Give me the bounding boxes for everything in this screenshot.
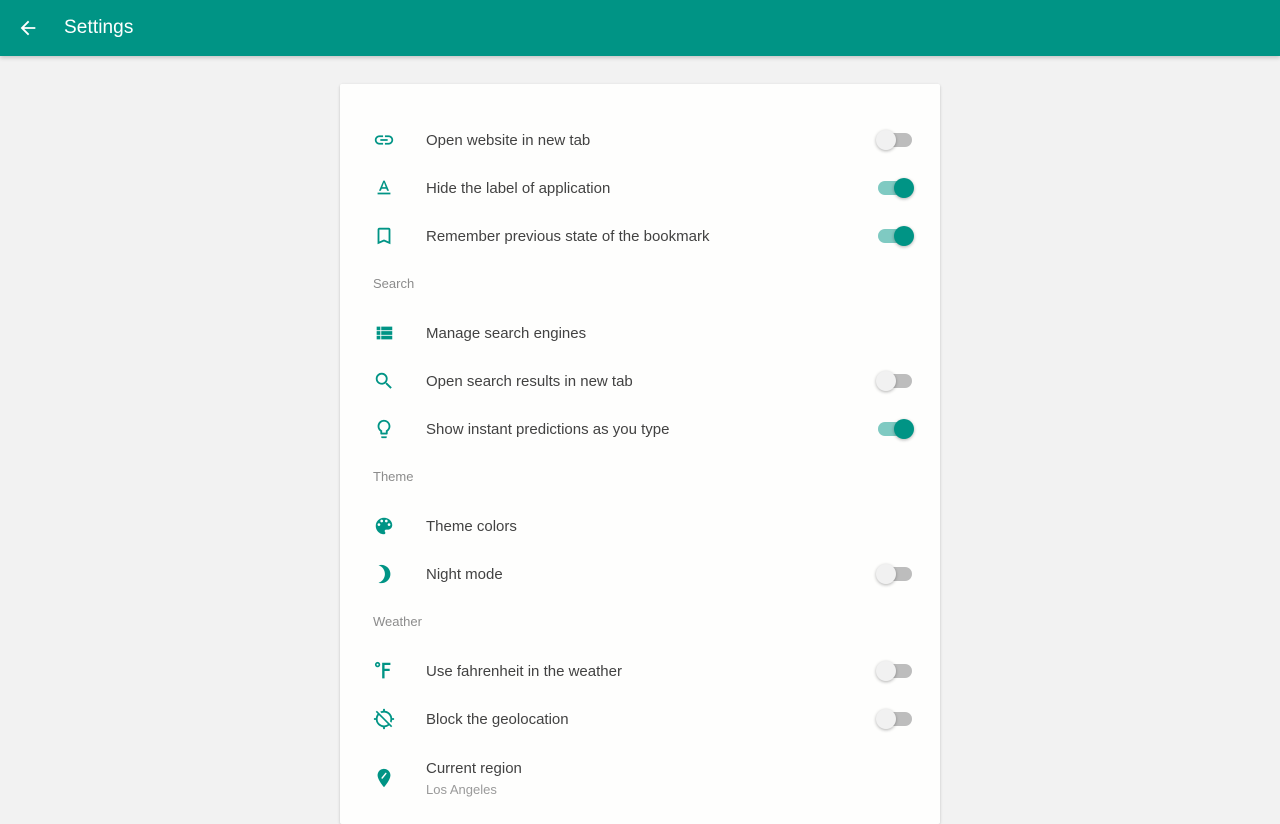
toggle-switch[interactable] bbox=[876, 419, 914, 439]
list-icon bbox=[372, 321, 396, 345]
back-button[interactable] bbox=[0, 0, 56, 56]
setting-theme-colors[interactable]: Theme colors bbox=[340, 502, 940, 550]
location-off-icon bbox=[372, 707, 396, 731]
setting-label: Hide the label of application bbox=[426, 179, 611, 197]
search-icon bbox=[372, 369, 396, 393]
setting-label: Use fahrenheit in the weather bbox=[426, 662, 622, 680]
moon-icon bbox=[372, 562, 396, 586]
toggle-switch[interactable] bbox=[876, 130, 912, 150]
setting-remember-bookmark-state[interactable]: Remember previous state of the bookmark bbox=[340, 212, 940, 260]
current-region-value: Los Angeles bbox=[426, 782, 497, 797]
setting-label: Open website in new tab bbox=[426, 131, 591, 149]
toggle-switch[interactable] bbox=[876, 564, 912, 584]
setting-label: Manage search engines bbox=[426, 324, 587, 342]
setting-night-mode[interactable]: Night mode bbox=[340, 550, 940, 598]
setting-label: Show instant predictions as you type bbox=[426, 420, 670, 438]
section-header-search: Search bbox=[373, 276, 415, 291]
setting-manage-search-engines[interactable]: Manage search engines bbox=[340, 309, 940, 357]
place-icon bbox=[372, 766, 396, 790]
setting-label: Night mode bbox=[426, 565, 503, 583]
setting-block-geolocation[interactable]: Block the geolocation bbox=[340, 695, 940, 743]
app-bar: Settings bbox=[0, 0, 1280, 56]
page-title: Settings bbox=[64, 17, 134, 38]
setting-label: Current region bbox=[426, 760, 522, 777]
toggle-switch[interactable] bbox=[876, 226, 914, 246]
link-icon bbox=[372, 128, 396, 152]
setting-current-region[interactable]: Current region Los Angeles bbox=[340, 754, 940, 802]
lightbulb-icon bbox=[372, 417, 396, 441]
toggle-switch[interactable] bbox=[876, 178, 914, 198]
bookmark-icon bbox=[372, 224, 396, 248]
setting-use-fahrenheit[interactable]: Use fahrenheit in the weather bbox=[340, 647, 940, 695]
settings-card: Open website in new tab Hide the label o… bbox=[340, 84, 940, 824]
setting-label: Theme colors bbox=[426, 517, 517, 535]
setting-search-results-new-tab[interactable]: Open search results in new tab bbox=[340, 357, 940, 405]
setting-label: Block the geolocation bbox=[426, 710, 569, 728]
palette-icon bbox=[372, 514, 396, 538]
setting-open-website-new-tab[interactable]: Open website in new tab bbox=[340, 116, 940, 164]
toggle-switch[interactable] bbox=[876, 371, 912, 391]
section-header-theme: Theme bbox=[373, 469, 414, 484]
setting-label: Remember previous state of the bookmark bbox=[426, 227, 710, 245]
setting-label: Open search results in new tab bbox=[426, 372, 633, 390]
toggle-switch[interactable] bbox=[876, 709, 912, 729]
setting-instant-predictions[interactable]: Show instant predictions as you type bbox=[340, 405, 940, 453]
section-header-weather: Weather bbox=[373, 614, 422, 629]
toggle-switch[interactable] bbox=[876, 661, 912, 681]
fahrenheit-icon bbox=[372, 659, 396, 683]
text-format-icon bbox=[372, 176, 396, 200]
arrow-left-icon bbox=[20, 20, 36, 36]
setting-hide-app-label[interactable]: Hide the label of application bbox=[340, 164, 940, 212]
